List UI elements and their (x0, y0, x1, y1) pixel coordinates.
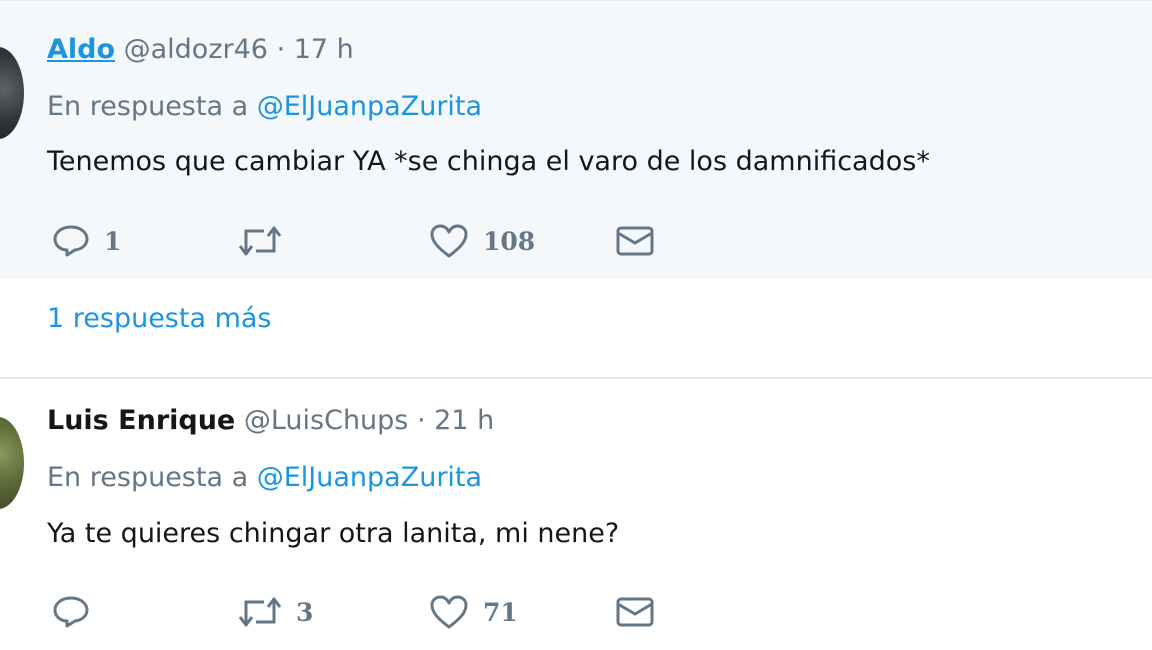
tweet-time[interactable]: · 17 h (277, 34, 354, 65)
like-count: 108 (483, 226, 536, 256)
reply-icon (53, 225, 89, 257)
reply-context: En respuesta a @ElJuanpaZurita (47, 462, 482, 493)
reply-button[interactable] (52, 592, 104, 632)
reply-count: 1 (104, 226, 122, 256)
retweet-icon (238, 597, 282, 627)
author-handle[interactable]: @LuisChups (244, 405, 409, 436)
tweet-luis-enrique[interactable]: Luis Enrique @LuisChups · 21 h En respue… (0, 377, 1152, 650)
retweet-count: 3 (296, 597, 314, 627)
tweet-time[interactable]: · 21 h (417, 405, 494, 436)
retweet-button[interactable]: 3 (238, 592, 313, 632)
tweet-header: Luis Enrique @LuisChups · 21 h (47, 405, 494, 436)
dm-button[interactable] (615, 221, 655, 261)
retweet-button[interactable] (238, 221, 296, 261)
dm-icon (616, 226, 654, 256)
mention-link[interactable]: @ElJuanpaZurita (257, 462, 482, 493)
tweet-aldo[interactable]: Aldo @aldozr46 · 17 h En respuesta a @El… (0, 0, 1152, 279)
mention-link[interactable]: @ElJuanpaZurita (257, 91, 482, 122)
like-button[interactable]: 108 (429, 221, 535, 261)
more-replies-link[interactable]: 1 respuesta más (47, 303, 272, 334)
like-icon (430, 224, 468, 258)
reply-prefix: En respuesta a (47, 91, 249, 122)
dm-button[interactable] (615, 592, 655, 632)
tweet-text: Tenemos que cambiar YA *se chinga el var… (47, 146, 930, 177)
author-handle[interactable]: @aldozr46 (124, 34, 268, 65)
like-icon (430, 595, 468, 629)
like-button[interactable]: 71 (429, 592, 518, 632)
tweet-text: Ya te quieres chingar otra lanita, mi ne… (47, 518, 620, 549)
like-count: 71 (483, 597, 518, 627)
avatar[interactable] (0, 47, 24, 139)
retweet-icon (238, 226, 282, 256)
avatar[interactable] (0, 417, 24, 509)
reply-prefix: En respuesta a (47, 462, 249, 493)
author-name[interactable]: Luis Enrique (47, 405, 235, 436)
tweet-header: Aldo @aldozr46 · 17 h (47, 34, 354, 65)
author-name[interactable]: Aldo (47, 34, 115, 65)
reply-context: En respuesta a @ElJuanpaZurita (47, 91, 482, 122)
dm-icon (616, 597, 654, 627)
reply-icon (53, 596, 89, 628)
reply-button[interactable]: 1 (52, 221, 121, 261)
